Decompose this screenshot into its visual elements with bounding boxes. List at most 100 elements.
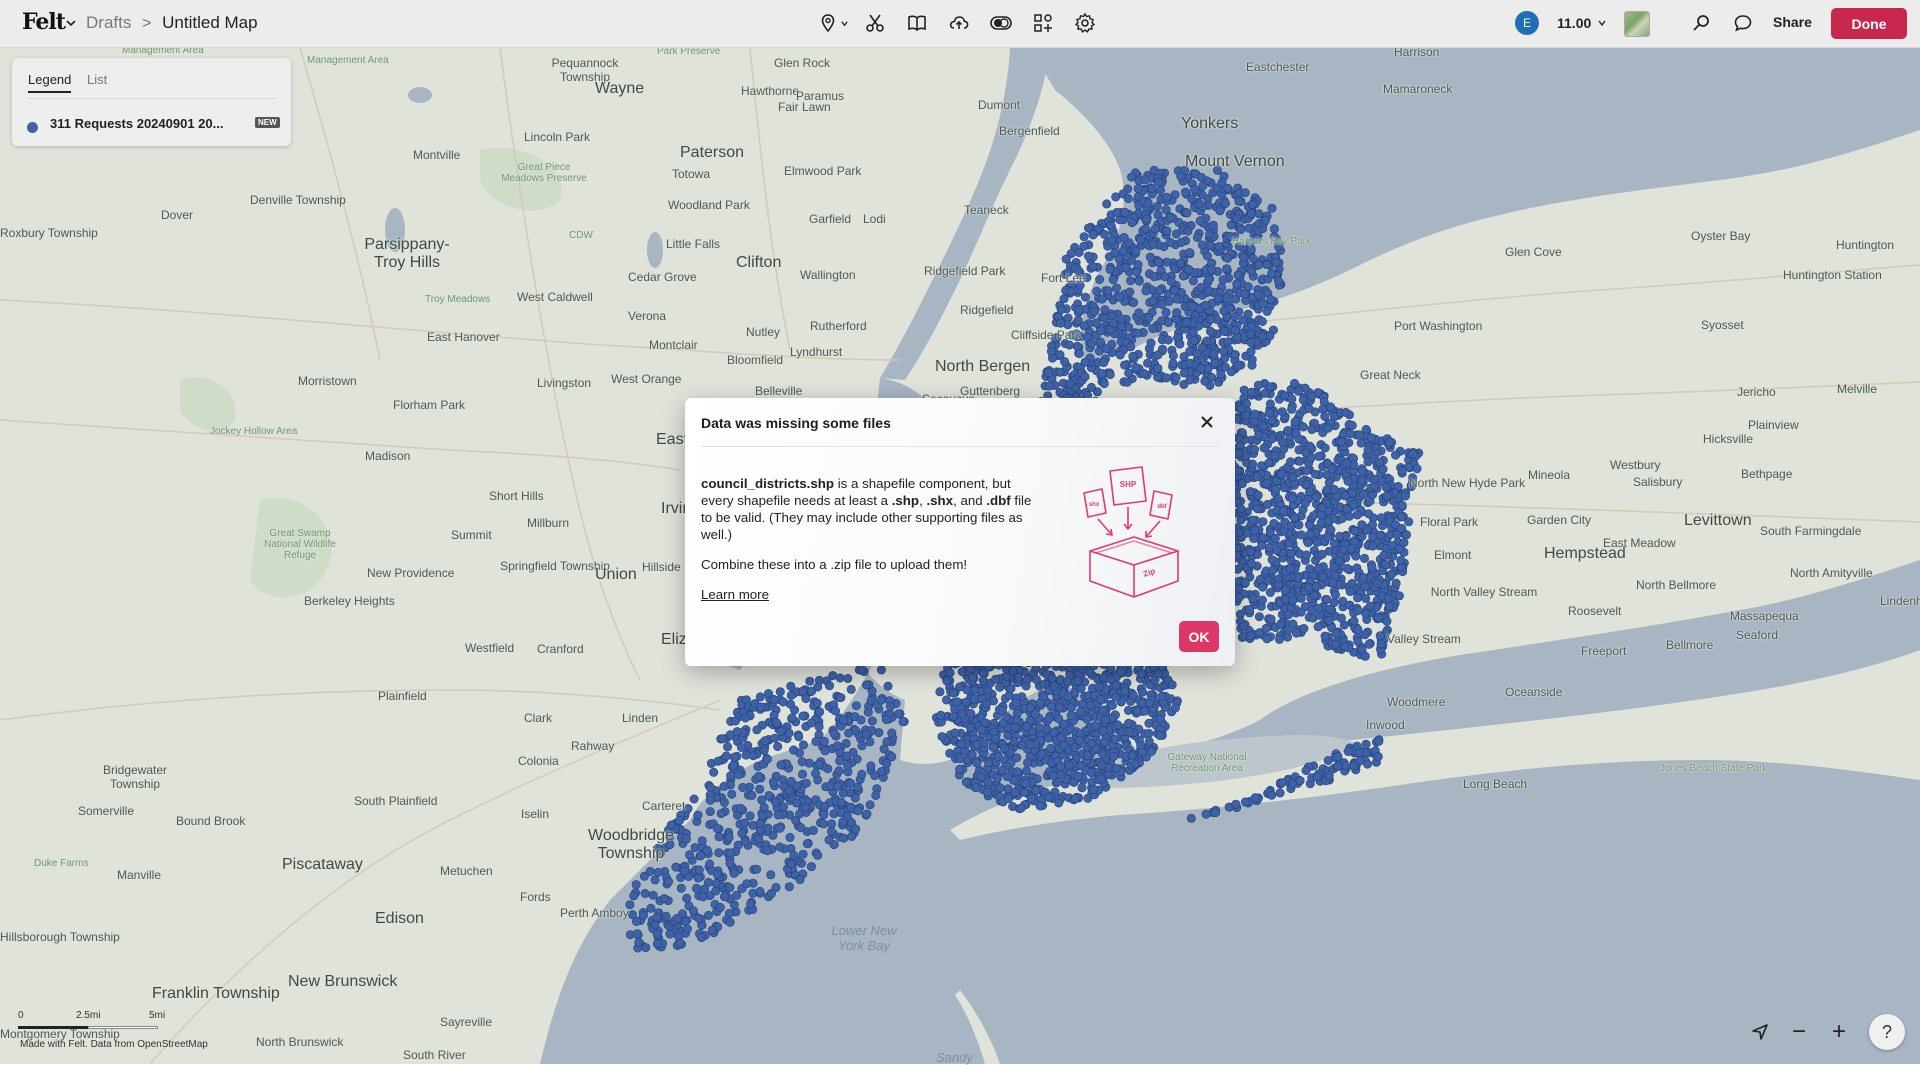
request-point[interactable] [1243, 282, 1253, 292]
request-point[interactable] [1113, 720, 1123, 730]
request-point[interactable] [1360, 553, 1370, 563]
request-point[interactable] [1096, 326, 1106, 336]
request-point[interactable] [1367, 433, 1377, 443]
request-point[interactable] [995, 682, 1005, 692]
request-point[interactable] [1066, 287, 1076, 297]
request-point[interactable] [1324, 477, 1334, 487]
request-point[interactable] [1026, 794, 1036, 804]
request-point[interactable] [1010, 722, 1020, 732]
request-point[interactable] [1128, 351, 1138, 361]
request-point[interactable] [675, 938, 685, 948]
request-point[interactable] [1267, 269, 1277, 279]
request-point[interactable] [1310, 590, 1320, 600]
request-point[interactable] [1343, 476, 1353, 486]
request-point[interactable] [676, 883, 686, 893]
request-point[interactable] [1196, 172, 1206, 182]
layer-name[interactable]: 311 Requests 20240901 20... [50, 116, 223, 131]
request-point[interactable] [648, 890, 658, 900]
request-point[interactable] [1121, 263, 1131, 273]
request-point[interactable] [850, 793, 860, 803]
request-point[interactable] [1233, 270, 1243, 280]
request-point[interactable] [1287, 493, 1297, 503]
request-point[interactable] [1361, 739, 1371, 749]
request-point[interactable] [968, 672, 978, 682]
settings-tool-button[interactable] [1073, 11, 1097, 35]
request-point[interactable] [806, 862, 816, 872]
request-point[interactable] [865, 800, 875, 810]
request-point[interactable] [1329, 484, 1339, 494]
request-point[interactable] [1349, 500, 1359, 510]
request-point[interactable] [1287, 394, 1297, 404]
request-point[interactable] [1412, 464, 1422, 474]
request-point[interactable] [1270, 533, 1280, 543]
request-point[interactable] [1363, 759, 1373, 769]
request-point[interactable] [1382, 491, 1392, 501]
map-attribution[interactable]: Made with Felt. Data from OpenStreetMap [20, 1039, 208, 1050]
request-point[interactable] [1082, 751, 1092, 761]
request-point[interactable] [1267, 555, 1277, 565]
request-point[interactable] [1214, 242, 1224, 252]
request-point[interactable] [763, 823, 773, 833]
request-point[interactable] [1221, 198, 1231, 208]
request-point[interactable] [1190, 184, 1200, 194]
request-point[interactable] [1286, 548, 1296, 558]
request-point[interactable] [762, 754, 772, 764]
request-point[interactable] [1267, 434, 1277, 444]
request-point[interactable] [1088, 262, 1098, 272]
request-point[interactable] [1232, 279, 1242, 289]
request-point[interactable] [1080, 372, 1090, 382]
request-point[interactable] [754, 771, 764, 781]
request-point[interactable] [1236, 404, 1246, 414]
request-point[interactable] [1374, 736, 1384, 746]
request-point[interactable] [1254, 612, 1264, 622]
request-point[interactable] [1115, 292, 1125, 302]
request-point[interactable] [1284, 610, 1294, 620]
request-point[interactable] [757, 811, 767, 821]
request-point[interactable] [1347, 420, 1357, 430]
request-point[interactable] [820, 801, 830, 811]
request-point[interactable] [1037, 749, 1047, 759]
request-point[interactable] [1363, 445, 1373, 455]
request-point[interactable] [935, 687, 945, 697]
request-point[interactable] [1106, 220, 1116, 230]
request-point[interactable] [1367, 562, 1377, 572]
request-point[interactable] [1179, 368, 1189, 378]
request-point[interactable] [1369, 453, 1379, 463]
request-point[interactable] [1397, 466, 1407, 476]
request-point[interactable] [1044, 792, 1054, 802]
request-point[interactable] [1362, 525, 1372, 535]
request-point[interactable] [972, 740, 982, 750]
request-point[interactable] [792, 798, 802, 808]
request-point[interactable] [724, 832, 734, 842]
request-point[interactable] [1359, 490, 1369, 500]
request-point[interactable] [1097, 760, 1107, 770]
request-point[interactable] [1076, 707, 1086, 717]
elements-tool-button[interactable] [1031, 11, 1055, 35]
request-point[interactable] [1305, 520, 1315, 530]
request-point[interactable] [645, 866, 655, 876]
request-point[interactable] [1263, 499, 1273, 509]
request-point[interactable] [957, 739, 967, 749]
request-point[interactable] [1401, 491, 1411, 501]
request-point[interactable] [814, 722, 824, 732]
request-point[interactable] [867, 716, 877, 726]
request-point[interactable] [1204, 286, 1214, 296]
request-point[interactable] [1265, 587, 1275, 597]
request-point[interactable] [1097, 368, 1107, 378]
request-point[interactable] [786, 859, 796, 869]
request-point[interactable] [730, 716, 740, 726]
request-point[interactable] [1241, 451, 1251, 461]
request-point[interactable] [1310, 469, 1320, 479]
request-point[interactable] [965, 664, 975, 674]
request-point[interactable] [727, 789, 737, 799]
request-point[interactable] [1320, 411, 1330, 421]
request-point[interactable] [1150, 224, 1160, 234]
request-point[interactable] [798, 849, 808, 859]
upload-tool-button[interactable] [947, 11, 971, 35]
request-point[interactable] [1331, 628, 1341, 638]
request-point[interactable] [1258, 582, 1268, 592]
request-point[interactable] [876, 695, 886, 705]
request-point[interactable] [800, 802, 810, 812]
request-point[interactable] [1170, 190, 1180, 200]
request-point[interactable] [812, 698, 822, 708]
